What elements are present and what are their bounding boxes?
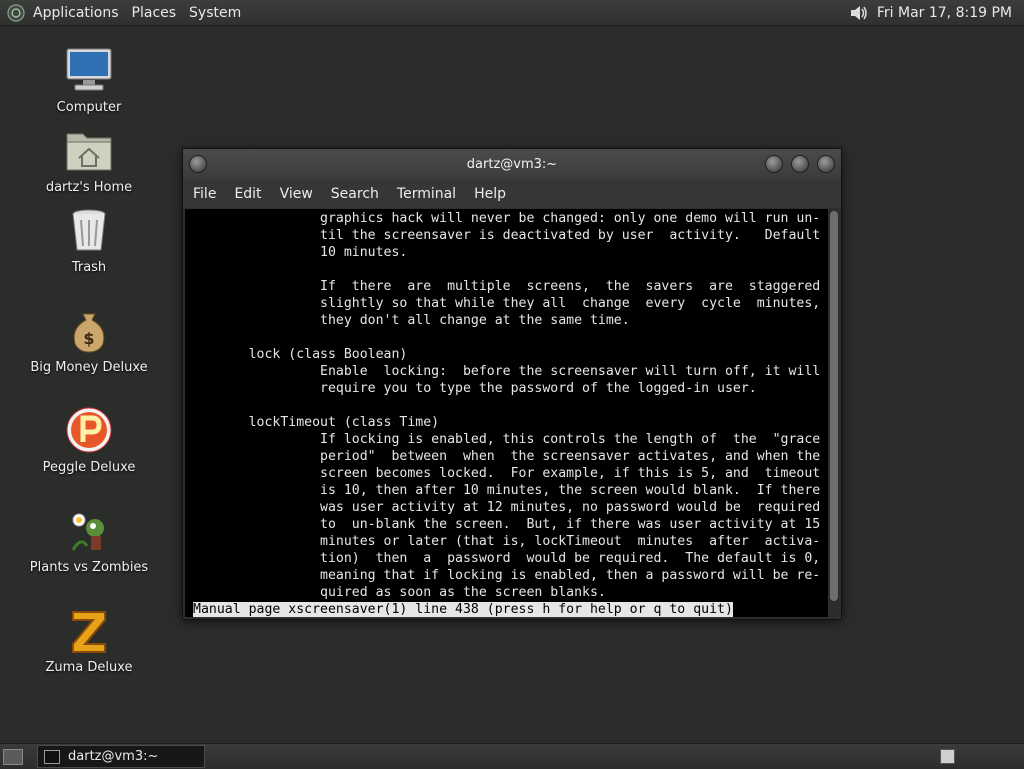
terminal-line: If locking is enabled, this controls the… (193, 432, 821, 447)
svg-text:$: $ (83, 329, 94, 348)
clock[interactable]: Fri Mar 17, 8:19 PM (877, 5, 1012, 21)
computer-icon (65, 46, 113, 94)
menu-search[interactable]: Search (331, 186, 379, 202)
taskbar-item-label: dartz@vm3:~ (68, 749, 159, 764)
terminal-line: to un-blank the screen. But, if there wa… (193, 517, 821, 532)
close-button[interactable] (817, 155, 835, 173)
zuma-icon (65, 606, 113, 654)
taskbar-item-terminal[interactable]: dartz@vm3:~ (37, 745, 205, 768)
desktop-icon-plants-zombies[interactable]: Plants vs Zombies (19, 506, 159, 575)
window-titlebar[interactable]: dartz@vm3:~ (183, 149, 841, 180)
terminal-line: they don't all change at the same time. (193, 313, 630, 328)
bottom-panel: dartz@vm3:~ (0, 743, 1024, 769)
workspace-switcher[interactable] (940, 749, 955, 764)
window-menubar: File Edit View Search Terminal Help (183, 180, 841, 208)
desktop-icon-trash[interactable]: Trash (19, 206, 159, 275)
trash-icon (65, 206, 113, 254)
terminal-output[interactable]: graphics hack will never be changed: onl… (185, 209, 828, 617)
money-bag-icon: $ (65, 306, 113, 354)
show-desktop-icon[interactable] (3, 748, 23, 765)
desktop-icon-label: Big Money Deluxe (30, 360, 148, 375)
menu-help[interactable]: Help (474, 186, 506, 202)
peggle-icon (65, 406, 113, 454)
terminal-line: minutes or later (that is, lockTimeout m… (193, 534, 821, 549)
plants-zombies-icon (65, 506, 113, 554)
window-title: dartz@vm3:~ (466, 157, 558, 172)
desktop-icon-label: dartz's Home (45, 180, 133, 195)
desktop-icon-label: Plants vs Zombies (29, 560, 149, 575)
top-panel: Applications Places System Fri Mar 17, 8… (0, 0, 1024, 26)
terminal-line: If there are multiple screens, the saver… (193, 279, 821, 294)
desktop-icon-big-money[interactable]: $ Big Money Deluxe (19, 306, 159, 375)
scrollbar-thumb[interactable] (830, 211, 838, 601)
desktop-icon-label: Zuma Deluxe (45, 660, 133, 675)
terminal-line: was user activity at 12 minutes, no pass… (193, 500, 821, 515)
terminal-line: screen becomes locked. For example, if t… (193, 466, 821, 481)
terminal-line: tion) then a password would be required.… (193, 551, 821, 566)
menu-places[interactable]: Places (132, 5, 177, 21)
terminal-icon (44, 749, 60, 764)
terminal-line: graphics hack will never be changed: onl… (193, 211, 821, 226)
terminal-scrollbar[interactable] (829, 209, 839, 617)
terminal-line: lockTimeout (class Time) (193, 415, 440, 430)
desktop-icon-computer[interactable]: Computer (19, 46, 159, 115)
terminal-line: is 10, then after 10 minutes, the screen… (193, 483, 821, 498)
home-folder-icon (65, 126, 113, 174)
terminal-line: til the screensaver is deactivated by us… (193, 228, 821, 243)
terminal-line: 10 minutes. (193, 245, 408, 260)
terminal-line: lock (class Boolean) (193, 347, 408, 362)
menu-terminal[interactable]: Terminal (397, 186, 456, 202)
terminal-line: quired as soon as the screen blanks. (193, 585, 606, 600)
terminal-text: graphics hack will never be changed: onl… (185, 209, 828, 617)
pager-status-line: Manual page xscreensaver(1) line 438 (pr… (193, 602, 733, 617)
window-menu-icon[interactable] (189, 155, 207, 173)
distro-logo-icon[interactable] (7, 3, 25, 22)
terminal-line: period" between when the screensaver act… (193, 449, 821, 464)
desktop-icon-peggle[interactable]: Peggle Deluxe (19, 406, 159, 475)
terminal-line: slightly so that while they all change e… (193, 296, 821, 311)
desktop-icon-home[interactable]: dartz's Home (19, 126, 159, 195)
menu-file[interactable]: File (193, 186, 216, 202)
system-tray: Fri Mar 17, 8:19 PM (849, 3, 1012, 23)
menu-applications[interactable]: Applications (33, 5, 119, 21)
speaker-icon[interactable] (849, 3, 869, 23)
desktop-icon-zuma[interactable]: Zuma Deluxe (19, 606, 159, 675)
desktop-icon-label: Trash (71, 260, 107, 275)
maximize-button[interactable] (791, 155, 809, 173)
menu-edit[interactable]: Edit (234, 186, 261, 202)
terminal-line: meaning that if locking is enabled, then… (193, 568, 821, 583)
minimize-button[interactable] (765, 155, 783, 173)
menu-system[interactable]: System (189, 5, 241, 21)
desktop-icon-label: Peggle Deluxe (42, 460, 136, 475)
terminal-line: require you to type the password of the … (193, 381, 757, 396)
desktop-icon-label: Computer (56, 100, 122, 115)
menu-view[interactable]: View (280, 186, 313, 202)
terminal-window[interactable]: dartz@vm3:~ File Edit View Search Termin… (182, 148, 842, 620)
terminal-line: Enable locking: before the screensaver w… (193, 364, 821, 379)
